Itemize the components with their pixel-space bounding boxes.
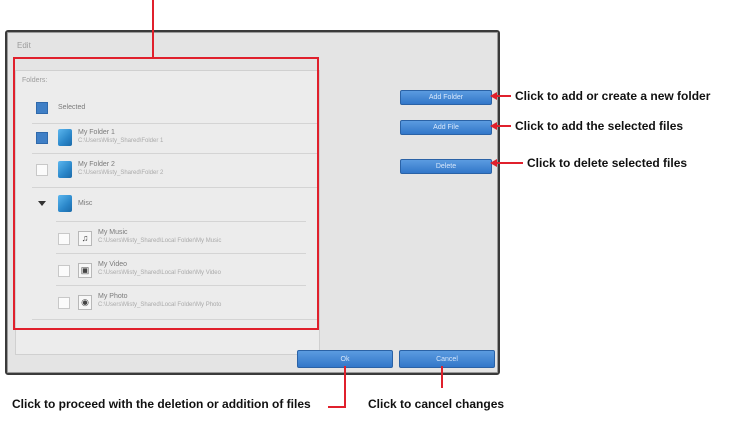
cancel-button[interactable]: Cancel xyxy=(399,350,495,368)
cancel-callout-line xyxy=(441,366,443,388)
ok-callout: Click to proceed with the deletion or ad… xyxy=(12,397,311,411)
add-file-callout: Click to add the selected files xyxy=(515,119,684,133)
folders-callout-line xyxy=(152,0,154,58)
ok-callout-line xyxy=(328,406,346,408)
add-folder-button[interactable]: Add Folder xyxy=(400,90,492,105)
folders-highlight-box xyxy=(13,57,319,330)
cancel-callout: Click to cancel changes xyxy=(368,397,505,411)
delete-button[interactable]: Delete xyxy=(400,159,492,174)
delete-callout: Click to delete selected files xyxy=(527,156,688,170)
delete-callout-line xyxy=(497,162,523,164)
ok-callout-line xyxy=(344,366,346,408)
dialog-title: Edit xyxy=(17,41,31,50)
arrow-left-icon xyxy=(490,92,497,100)
add-folder-callout-line xyxy=(497,95,511,97)
add-folder-callout: Click to add or create a new folder xyxy=(515,89,711,103)
add-file-button[interactable]: Add File xyxy=(400,120,492,135)
add-file-callout-line xyxy=(497,125,511,127)
arrow-left-icon xyxy=(490,159,497,167)
arrow-left-icon xyxy=(490,122,497,130)
